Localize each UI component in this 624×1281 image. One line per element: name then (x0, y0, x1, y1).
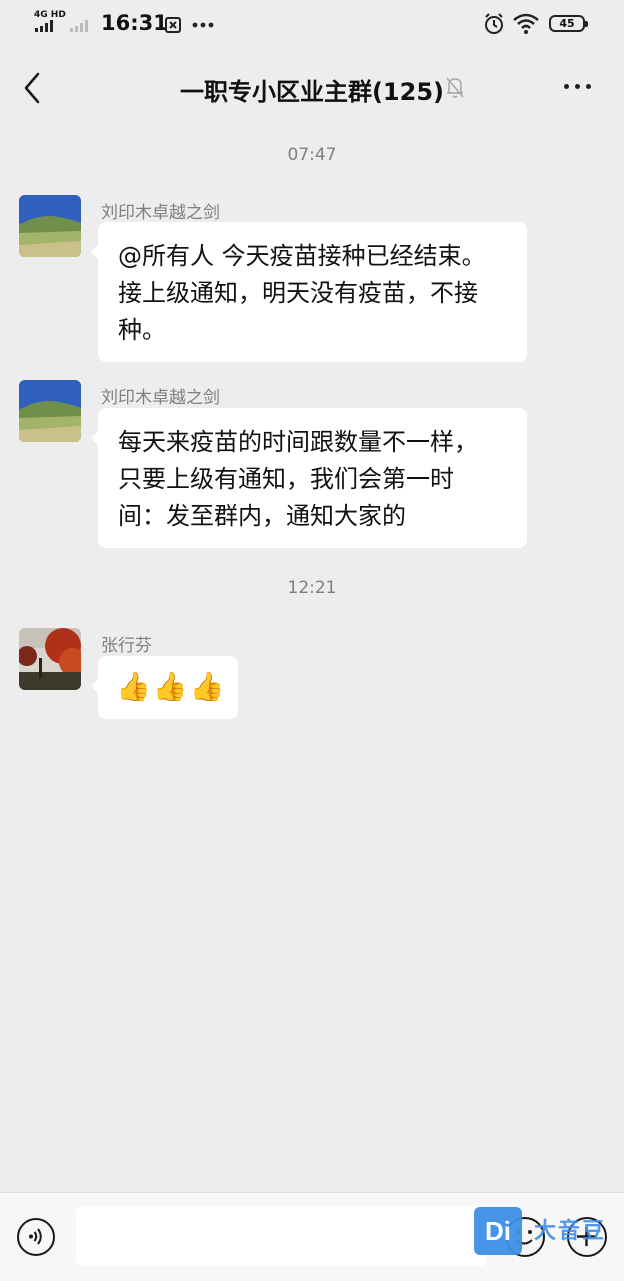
message-text-line: 接上级通知，明天没有疫苗，不接 (118, 279, 478, 307)
thumbs-up-icon: 👍 (152, 670, 188, 703)
avatar[interactable] (19, 380, 81, 442)
chat-header: 一职专小区业主群(125) (0, 50, 624, 126)
mute-bell-icon (446, 77, 464, 98)
more-notifications-icon (192, 22, 214, 28)
thumbs-up-icon: 👍 (116, 670, 151, 703)
message-text-line: 种。 (118, 316, 166, 344)
battery-icon: 45 (549, 15, 588, 32)
status-bar: 4G HD 16:31 45 (0, 0, 624, 50)
message-timestamp: 07:47 (287, 145, 337, 165)
message-text-line: 每天来疫苗的时间跟数量不一样， (118, 428, 478, 456)
message-text-line: 只要上级有通知，我们会第一时 (118, 465, 454, 493)
alarm-icon (485, 13, 503, 34)
signal-icon (35, 20, 53, 32)
status-time: 16:31 (101, 11, 168, 35)
sender-name: 张行芬 (101, 636, 152, 656)
watermark-logo: Di (474, 1207, 522, 1255)
watermark: Di 大音豆 (474, 1207, 622, 1255)
message-input[interactable] (76, 1206, 486, 1266)
network-type: 4G HD (34, 10, 66, 20)
voice-icon[interactable] (17, 1218, 55, 1256)
watermark-text: 大音豆 (534, 1219, 607, 1244)
screenshot-notification-icon (165, 17, 181, 33)
avatar[interactable] (19, 628, 81, 690)
message-bubble[interactable]: @所有人 今天疫苗接种已经结束。 接上级通知，明天没有疫苗，不接 种。 (91, 222, 527, 362)
sender-name: 刘印木卓越之剑 (101, 388, 220, 408)
more-icon[interactable] (564, 84, 591, 89)
sender-name: 刘印木卓越之剑 (101, 203, 220, 223)
message-text-line: 间：发至群内，通知大家的 (118, 502, 406, 530)
message-bubble[interactable]: 每天来疫苗的时间跟数量不一样， 只要上级有通知，我们会第一时 间：发至群内，通知… (91, 408, 527, 548)
message-timestamp: 12:21 (287, 578, 337, 598)
wifi-icon (513, 13, 539, 34)
avatar[interactable] (19, 195, 81, 257)
message-text-line: @所有人 今天疫苗接种已经结束。 (118, 242, 486, 270)
thumbs-up-icon: 👍 (189, 670, 225, 703)
input-bar: Di 大音豆 (0, 1192, 624, 1281)
message-bubble[interactable]: 👍 👍 👍 (91, 656, 238, 719)
signal-2-icon (70, 20, 88, 32)
chat-title: 一职专小区业主群(125) (179, 78, 445, 106)
